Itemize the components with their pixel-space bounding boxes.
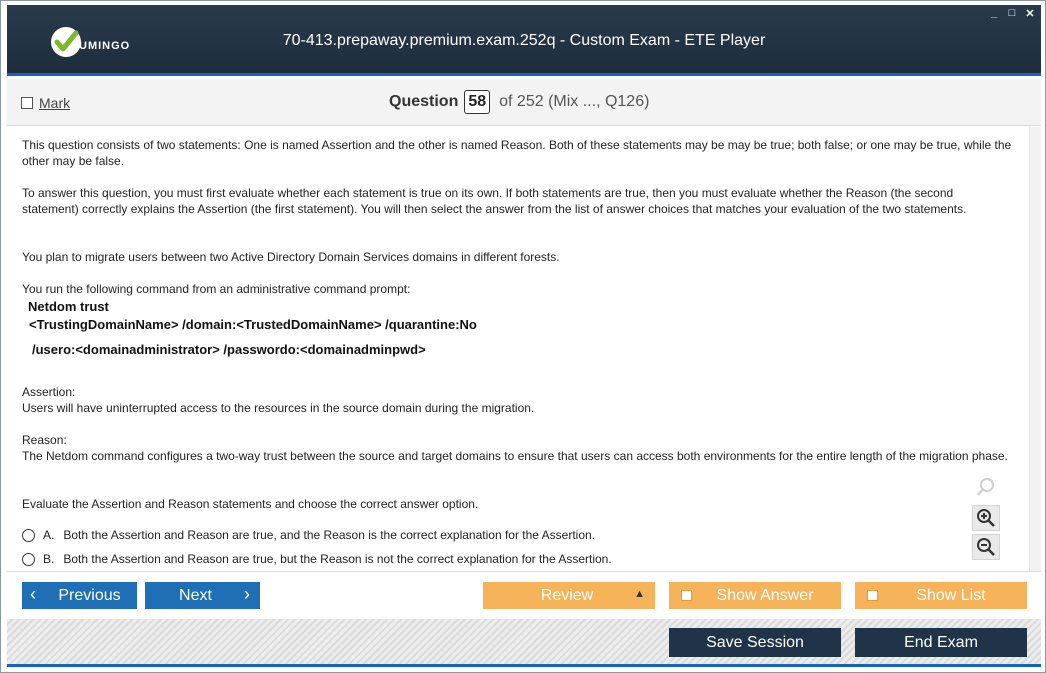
intro-paragraph-2: To answer this question, you must first …: [22, 186, 967, 216]
minimize-button[interactable]: _: [989, 7, 999, 20]
next-button[interactable]: Next ›: [145, 582, 260, 609]
show-list-toggle[interactable]: Show List: [855, 582, 1027, 609]
review-button[interactable]: Review ▲: [483, 582, 655, 609]
answer-option-b[interactable]: B. Both the Assertion and Reason are tru…: [22, 551, 612, 567]
command-line-3: /usero:<domainadministrator> /passwordo:…: [32, 342, 426, 357]
assertion-text: Users will have uninterrupted access to …: [22, 401, 535, 415]
show-answer-label: Show Answer: [716, 586, 814, 604]
app-window: UMINGO 70-413.prepaway.premium.exam.252q…: [0, 0, 1046, 673]
window-controls: _ □ ✕: [989, 7, 1035, 20]
maximize-button[interactable]: □: [1007, 7, 1017, 20]
navigation-bar: ‹ Previous Next › Review ▲ Show Answer S…: [7, 571, 1041, 619]
option-letter: B.: [43, 552, 55, 566]
instruction-text: Evaluate the Assertion and Reason statem…: [22, 497, 479, 511]
command-line-2: <TrustingDomainName> /domain:<TrustedDom…: [29, 317, 477, 332]
mark-toggle[interactable]: Mark: [21, 95, 70, 111]
option-letter: A.: [43, 528, 55, 542]
show-list-label: Show List: [916, 586, 986, 604]
command-line-1: Netdom trust: [28, 299, 109, 314]
answer-option-a[interactable]: A. Both the Assertion and Reason are tru…: [22, 527, 595, 543]
scenario-text: You plan to migrate users between two Ac…: [22, 250, 560, 264]
previous-label: Previous: [58, 586, 121, 604]
review-label: Review: [540, 586, 594, 604]
radio-button[interactable]: [22, 552, 35, 566]
save-session-button[interactable]: Save Session: [669, 628, 841, 657]
close-button[interactable]: ✕: [1025, 7, 1035, 20]
previous-button[interactable]: ‹ Previous: [22, 582, 137, 609]
radio-button[interactable]: [22, 528, 35, 542]
question-counter: Question 58 of 252 (Mix ..., Q126): [389, 90, 649, 114]
show-list-checkbox[interactable]: [867, 590, 878, 601]
option-text: Both the Assertion and Reason are true, …: [63, 552, 612, 566]
end-exam-button[interactable]: End Exam: [855, 628, 1027, 657]
reason-text: The Netdom command configures a two-way …: [22, 449, 1008, 463]
chevron-left-icon: ‹: [30, 584, 36, 604]
reason-label: Reason:: [22, 433, 67, 447]
command-intro: You run the following command from an ad…: [22, 282, 411, 296]
vertical-scrollbar[interactable]: [1029, 127, 1041, 571]
next-label: Next: [179, 586, 212, 604]
window-title: 70-413.prepaway.premium.exam.252q - Cust…: [282, 32, 766, 49]
triangle-up-icon: ▲: [634, 588, 645, 600]
show-answer-toggle[interactable]: Show Answer: [669, 582, 841, 609]
title-bar: UMINGO 70-413.prepaway.premium.exam.252q…: [7, 5, 1041, 76]
intro-paragraph-1: This question consists of two statements…: [22, 138, 1012, 168]
question-number-input[interactable]: 58: [464, 90, 491, 114]
question-header: Mark Question 58 of 252 (Mix ..., Q126): [7, 79, 1041, 126]
assertion-label: Assertion:: [22, 385, 76, 399]
search-icon[interactable]: [972, 474, 1000, 500]
show-answer-checkbox[interactable]: [681, 590, 692, 601]
zoom-in-icon[interactable]: [972, 505, 1000, 531]
footer-bar: Save Session End Exam: [7, 619, 1041, 667]
zoom-out-icon[interactable]: [972, 534, 1000, 560]
question-content: This question consists of two statements…: [7, 127, 1029, 571]
mark-checkbox[interactable]: [21, 97, 33, 109]
question-label: Question: [389, 93, 459, 110]
chevron-right-icon: ›: [244, 584, 250, 604]
option-text: Both the Assertion and Reason are true, …: [63, 528, 595, 542]
question-total: of 252 (Mix ..., Q126): [499, 93, 650, 110]
mark-label: Mark: [39, 95, 71, 111]
